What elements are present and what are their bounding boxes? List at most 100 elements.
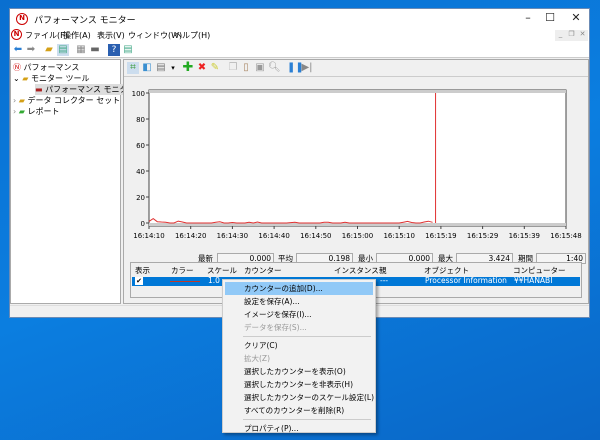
x-tick-label: 16:15:29 [467, 232, 498, 240]
column-header-computer[interactable]: コンピューター [513, 265, 566, 276]
menu-bar: N ファイル(F) 操作(A) 表示(V) ウィンドウ(W) ヘルプ(H) _ … [10, 29, 589, 42]
freeze-display-icon[interactable]: ❚❚ [287, 62, 304, 74]
x-tick-label: 16:15:48 [550, 232, 581, 240]
system-menu-icon[interactable]: N [11, 29, 22, 40]
export-icon[interactable]: ▦ [75, 44, 87, 56]
object-cell: Processor Information [425, 276, 507, 285]
properties-icon[interactable]: ▣ [254, 62, 266, 74]
column-header-show[interactable]: 表示 [135, 265, 150, 276]
title-bar[interactable]: N パフォーマンス モニター – ☐ ✕ [10, 9, 589, 29]
chevron-right-icon[interactable]: › [13, 107, 16, 116]
y-tick-label: 60 [136, 142, 145, 150]
y-tick-label: 20 [136, 194, 145, 202]
view-log-data-icon[interactable]: ◧ [141, 62, 153, 74]
highlight-icon[interactable]: ✎ [209, 62, 221, 74]
back-icon[interactable]: ⬅ [12, 44, 24, 56]
x-tick-label: 16:14:50 [300, 232, 331, 240]
context-menu-item[interactable]: 選択したカウンターを表示(O) [225, 365, 373, 378]
help-icon[interactable]: ? [108, 44, 120, 56]
tree-item-reports[interactable]: › ▰ レポート [13, 106, 59, 117]
window-title: パフォーマンス モニター [34, 16, 136, 26]
context-menu-item[interactable]: クリア(C) [225, 339, 373, 352]
graph-type-dropdown-icon[interactable]: ▾ [167, 62, 179, 74]
plot-top-band [149, 90, 566, 93]
y-tick-label: 80 [136, 116, 145, 124]
forward-icon[interactable]: ➡ [25, 44, 37, 56]
tree-item-monitor-tools[interactable]: ⌄ ▰ モニター ツール [13, 73, 90, 84]
report-folder-icon: ▰ [18, 107, 25, 116]
y-tick-label: 0 [141, 220, 145, 228]
update-data-icon[interactable]: ▶| [301, 62, 313, 74]
up-folder-icon[interactable]: ▰ [43, 44, 55, 56]
chevron-right-icon[interactable]: › [13, 96, 16, 105]
menu-separator [243, 336, 371, 337]
x-tick-label: 16:14:20 [175, 232, 206, 240]
maximize-icon[interactable]: ☐ [538, 11, 562, 27]
x-tick-label: 16:15:10 [383, 232, 414, 240]
context-menu-item[interactable]: カウンターの追加(D)... [225, 282, 373, 295]
performance-monitor-window: N パフォーマンス モニター – ☐ ✕ N ファイル(F) 操作(A) 表示(… [9, 8, 590, 318]
menu-view[interactable]: 表示(V) [97, 30, 125, 41]
app-icon: Ⓝ [13, 63, 21, 72]
context-menu-item[interactable]: すべてのカウンターを削除(R) [225, 404, 373, 417]
x-tick-label: 16:14:30 [217, 232, 248, 240]
column-header-color[interactable]: カラー [171, 265, 194, 276]
menu-help[interactable]: ヘルプ(H) [174, 30, 210, 41]
delete-counter-icon[interactable]: ✖ [196, 62, 208, 74]
main-toolbar: ⬅ ➡ ▰ ▤ ▦ ▬ ? ▤ [10, 42, 589, 58]
mdi-restore-icon[interactable]: ❐ [566, 30, 577, 41]
folder-icon: ▰ [22, 74, 29, 83]
tree-item-performance[interactable]: Ⓝ パフォーマンス [13, 62, 79, 73]
line-chart: 100 80 60 40 20 0 16:14:10 16:14:20 16:14:30 16:1… [132, 89, 582, 240]
folder-icon: ▰ [18, 96, 25, 105]
properties-icon[interactable]: ▤ [122, 44, 134, 56]
context-menu-item[interactable]: イメージを保存(I)... [225, 308, 373, 321]
tree-item-data-collector-sets[interactable]: › ▰ データ コレクター セット [13, 95, 120, 106]
context-menu-item: データを保存(S)... [244, 323, 307, 332]
chevron-down-icon[interactable]: ⌄ [13, 74, 20, 83]
context-menu-item: 拡大(Z) [244, 354, 270, 363]
x-tick-label: 16:15:39 [509, 232, 540, 240]
x-tick-label: 16:15:19 [425, 232, 456, 240]
copy-properties-icon[interactable]: ❐ [227, 62, 239, 74]
menu-action[interactable]: 操作(A) [63, 30, 91, 41]
show-hide-tree-icon[interactable]: ▤ [57, 44, 69, 56]
mdi-minimize-icon[interactable]: _ [555, 30, 566, 41]
change-graph-type-icon[interactable]: ▤ [155, 62, 167, 74]
x-tick-label: 16:14:40 [258, 232, 289, 240]
plot-area [148, 89, 567, 227]
graph-toolbar: ⌗ ◧ ▤ ▾ ✚ ✖ ✎ ❐ ▯ ▣ 🔍︎ ❚❚ ▶| [124, 60, 588, 77]
menu-separator [243, 419, 371, 420]
context-menu-item[interactable]: 設定を保存(A)... [225, 295, 373, 308]
paste-counter-list-icon[interactable]: ▯ [240, 62, 252, 74]
computer-cell: ¥¥HANABI [514, 276, 553, 285]
color-swatch [170, 281, 200, 282]
navigation-tree: Ⓝ パフォーマンス ⌄ ▰ モニター ツール ▬ パフォーマンス モニター › … [10, 59, 139, 304]
column-header-counter[interactable]: カウンター [244, 265, 282, 276]
mdi-close-icon[interactable]: ✕ [577, 30, 588, 41]
show-checkbox[interactable]: ✔ [135, 277, 143, 285]
scale-cell: 1.0 [208, 276, 220, 285]
context-menu-item[interactable]: 選択したカウンターを非表示(H) [225, 378, 373, 391]
print-icon[interactable]: ▬ [89, 44, 101, 56]
add-counter-icon[interactable]: ✚ [182, 61, 194, 74]
x-tick-label: 16:14:10 [133, 232, 164, 240]
view-current-activity-icon[interactable]: ⌗ [127, 62, 139, 74]
parent-cell: --- [380, 276, 389, 285]
context-menu-item[interactable]: プロパティ(P)... [225, 422, 373, 435]
context-menu-item[interactable]: 選択したカウンターのスケール設定(L) [225, 391, 374, 404]
column-header-scale[interactable]: スケール [207, 265, 237, 276]
monitor-icon: ▬ [35, 85, 43, 94]
column-header-parent[interactable]: 親 [379, 265, 387, 276]
monitor-pane: ⌗ ◧ ▤ ▾ ✚ ✖ ✎ ❐ ▯ ▣ 🔍︎ ❚❚ ▶| 100 80 60 40 20… [123, 59, 589, 304]
minimize-icon[interactable]: – [516, 11, 540, 27]
y-tick-label: 100 [132, 90, 145, 98]
menu-file[interactable]: ファイル(F) [25, 30, 68, 41]
close-icon[interactable]: ✕ [564, 11, 588, 27]
column-header-object[interactable]: オブジェクト [424, 265, 469, 276]
column-header-instance[interactable]: インスタンス [334, 265, 379, 276]
app-icon: N [16, 13, 28, 25]
context-menu: カウンターの追加(D)... 設定を保存(A)... イメージを保存(I)... デー… [222, 279, 376, 433]
x-tick-label: 16:15:00 [342, 232, 373, 240]
zoom-icon[interactable]: 🔍︎ [268, 62, 281, 74]
